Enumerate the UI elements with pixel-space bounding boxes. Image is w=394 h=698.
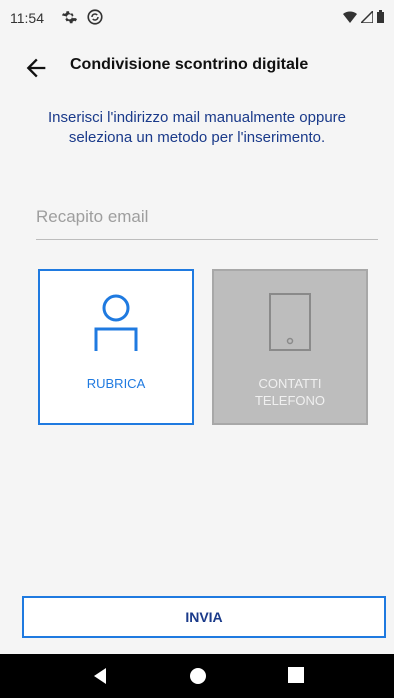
status-bar: 11:54 bbox=[0, 0, 394, 34]
status-icons-right bbox=[343, 9, 384, 28]
rubrica-tile[interactable]: RUBRICA bbox=[38, 269, 194, 425]
sync-icon bbox=[86, 8, 104, 31]
instruction-text: Inserisci l'indirizzo mail manualmente o… bbox=[48, 109, 346, 146]
send-button[interactable]: INVIA bbox=[22, 596, 386, 638]
rubrica-label: RUBRICA bbox=[86, 376, 146, 391]
main-content: Inserisci l'indirizzo mail manualmente o… bbox=[0, 100, 394, 605]
wifi-icon bbox=[343, 10, 357, 28]
app-header: Condivisione scontrino digitale bbox=[0, 34, 394, 100]
arrow-left-icon bbox=[26, 58, 46, 78]
back-button[interactable] bbox=[22, 54, 50, 82]
recents-square-icon[interactable] bbox=[287, 666, 305, 689]
signal-icon bbox=[359, 9, 374, 28]
contatti-line-2: TELEFONO bbox=[254, 393, 326, 408]
phone-icon bbox=[267, 291, 313, 358]
contatti-line-1: CONTATTI bbox=[258, 376, 322, 391]
home-circle-icon[interactable] bbox=[188, 666, 208, 691]
contatti-telefono-tile[interactable]: CONTATTI TELEFONO bbox=[212, 269, 368, 425]
system-nav-bar bbox=[0, 654, 394, 698]
contatti-telefono-label: CONTATTI TELEFONO bbox=[214, 375, 366, 409]
gear-icon bbox=[60, 8, 78, 31]
page-title: Condivisione scontrino digitale bbox=[70, 56, 309, 73]
back-triangle-icon[interactable] bbox=[90, 666, 110, 691]
person-icon bbox=[86, 291, 146, 358]
status-icons-left bbox=[60, 8, 104, 31]
battery-icon bbox=[377, 10, 384, 28]
email-input[interactable] bbox=[36, 195, 378, 240]
send-bar: INVIA bbox=[0, 590, 394, 654]
status-time: 11:54 bbox=[10, 10, 44, 26]
